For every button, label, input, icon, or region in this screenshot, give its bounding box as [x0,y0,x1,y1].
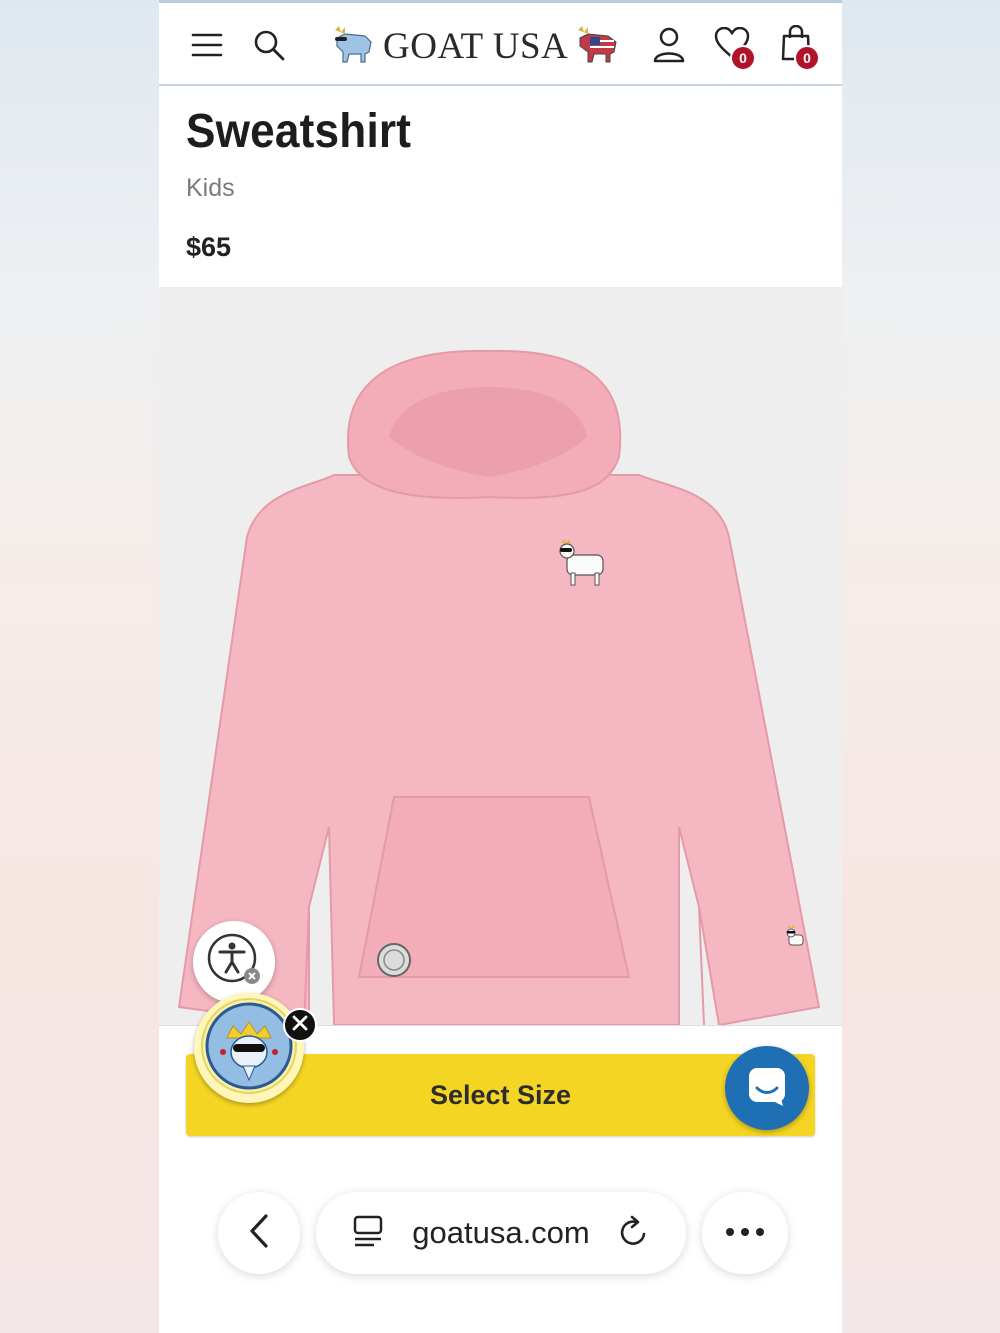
goat-badge-icon [199,996,299,1101]
browser-address-bar[interactable]: goatusa.com [316,1192,686,1274]
cart-button[interactable]: 0 [776,24,820,71]
brand-logo[interactable]: GOAT USA [331,23,620,69]
product-category: Kids [186,174,235,202]
goat-flag-logo-icon [576,24,620,69]
mobile-viewport: GOAT USA 0 0 Sweatshirt Kids $65 Select … [159,0,842,1333]
menu-icon[interactable] [187,25,227,65]
product-price: $65 [186,232,232,262]
browser-url: goatusa.com [412,1215,590,1250]
accessibility-icon [204,930,264,995]
promo-badge[interactable] [194,993,304,1103]
reload-icon[interactable] [618,1214,650,1253]
close-badge-button[interactable] [283,1008,317,1042]
tab-options-icon[interactable] [352,1214,384,1253]
chevron-left-icon [247,1213,271,1254]
brand-name: GOAT USA [383,25,569,67]
browser-menu-button[interactable] [702,1192,788,1274]
site-header: GOAT USA 0 0 [159,0,842,86]
accessibility-button[interactable] [193,921,275,1003]
browser-back-button[interactable] [218,1192,300,1274]
more-options-icon [725,1224,765,1242]
wishlist-count-badge: 0 [730,45,756,71]
chat-icon [745,1064,789,1113]
chat-button[interactable] [725,1046,809,1130]
close-icon [292,1014,308,1037]
product-title: Sweatshirt [186,105,412,158]
cart-count-badge: 0 [794,45,820,71]
wishlist-button[interactable]: 0 [712,25,756,71]
product-image[interactable] [159,287,842,1025]
account-icon[interactable] [649,25,689,65]
goat-logo-icon [331,24,375,69]
search-icon[interactable] [249,25,289,65]
